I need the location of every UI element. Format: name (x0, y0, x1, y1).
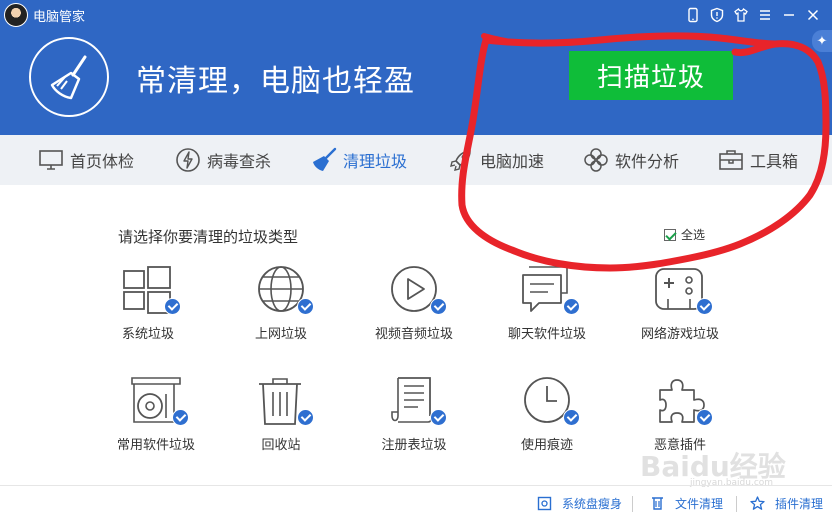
junk-type-video-audio[interactable]: 视频音频垃圾 (354, 265, 474, 360)
junk-type-online-games[interactable]: 网络游戏垃圾 (620, 265, 740, 360)
junk-type-internet[interactable]: 上网垃圾 (221, 265, 341, 360)
tile-label: 回收站 (261, 438, 301, 453)
main-nav: 首页体检 病毒查杀 清理垃圾 电脑加速 软件分析 工具箱 (0, 135, 832, 185)
shield-icon[interactable] (708, 6, 726, 24)
junk-type-system[interactable]: 系统垃圾 (88, 265, 208, 360)
tile-label: 聊天软件垃圾 (507, 327, 586, 342)
check-badge-icon[interactable] (172, 409, 189, 426)
junk-type-common-software[interactable]: 常用软件垃圾 (96, 376, 216, 471)
toolbox-icon (719, 150, 743, 170)
header: 电脑管家 ✦ 常清理，电脑也轻盈 扫描垃圾 (0, 0, 832, 135)
watermark-url: jingyan.baidu.com (690, 478, 774, 488)
junk-type-registry[interactable]: 注册表垃圾 (354, 376, 474, 471)
avatar[interactable] (4, 3, 28, 27)
junk-type-recycle-bin[interactable]: 回收站 (221, 376, 341, 471)
check-badge-icon[interactable] (164, 298, 181, 315)
check-badge-icon[interactable] (297, 409, 314, 426)
junk-type-chat-software[interactable]: 聊天软件垃圾 (487, 265, 607, 360)
select-all-label: 全选 (681, 228, 706, 242)
tab-label: 工具箱 (750, 152, 799, 171)
footer-link-label: 插件清理 (775, 496, 824, 511)
tab-label: 电脑加速 (480, 152, 545, 171)
footer-link-label: 系统盘瘦身 (562, 496, 623, 511)
tab-clean-junk[interactable]: 清理垃圾 (311, 135, 407, 185)
footer-separator (736, 496, 737, 512)
check-badge-icon[interactable] (563, 409, 580, 426)
check-badge-icon[interactable] (696, 409, 713, 426)
check-badge-icon[interactable] (430, 298, 447, 315)
check-badge-icon[interactable] (563, 298, 580, 315)
tile-label: 注册表垃圾 (381, 438, 447, 453)
footer-link-label: 文件清理 (675, 496, 724, 511)
sparkle-icon[interactable]: ✦ (812, 30, 832, 52)
tab-label: 病毒查杀 (207, 152, 272, 171)
broom-logo-icon (29, 37, 109, 117)
system-disk-slim-link[interactable]: 系统盘瘦身 (537, 494, 622, 512)
clover-icon (584, 148, 608, 172)
tab-software-analysis[interactable]: 软件分析 (583, 135, 679, 185)
app-title: 电脑管家 (33, 10, 86, 25)
tile-label: 系统垃圾 (121, 327, 174, 342)
tshirt-icon[interactable] (732, 6, 750, 24)
broom-icon (313, 147, 337, 171)
slogan: 常清理，电脑也轻盈 (136, 64, 415, 99)
disk-slim-icon (537, 496, 552, 510)
minimize-icon[interactable] (780, 6, 798, 24)
tile-label: 视频音频垃圾 (374, 327, 453, 342)
tab-label: 清理垃圾 (343, 152, 408, 171)
file-clean-icon (652, 496, 663, 510)
tile-label: 网络游戏垃圾 (640, 327, 719, 342)
check-badge-icon[interactable] (696, 298, 713, 315)
tab-label: 软件分析 (615, 152, 680, 171)
footer-separator (632, 496, 633, 512)
lightning-icon (176, 148, 200, 172)
check-badge-icon[interactable] (430, 409, 447, 426)
checkbox-checked-icon[interactable] (664, 228, 676, 241)
close-icon[interactable] (804, 6, 822, 24)
junk-type-usage-traces[interactable]: 使用痕迹 (487, 376, 607, 471)
tab-label: 首页体检 (70, 152, 135, 171)
tile-label: 上网垃圾 (254, 327, 307, 342)
file-clean-link[interactable]: 文件清理 (650, 494, 723, 512)
tab-toolbox[interactable]: 工具箱 (718, 135, 798, 185)
monitor-icon (39, 150, 63, 170)
tile-label: 使用痕迹 (520, 438, 573, 453)
title-bar: 电脑管家 (0, 0, 832, 30)
plugin-clean-link[interactable]: 插件清理 (750, 494, 823, 512)
window-controls (684, 5, 822, 25)
tile-label: 常用软件垃圾 (116, 438, 195, 453)
phone-icon[interactable] (684, 6, 702, 24)
prompt-text: 请选择你要清理的垃圾类型 (118, 228, 299, 246)
rocket-icon (450, 150, 471, 171)
scan-button[interactable]: 扫描垃圾 (569, 51, 733, 100)
tab-home-checkup[interactable]: 首页体检 (38, 135, 134, 185)
select-all-checkbox[interactable]: 全选 (664, 226, 705, 243)
check-badge-icon[interactable] (297, 298, 314, 315)
menu-icon[interactable] (756, 6, 774, 24)
tab-speed-up[interactable]: 电脑加速 (448, 135, 544, 185)
tab-virus-scan[interactable]: 病毒查杀 (175, 135, 271, 185)
footer-divider (0, 485, 832, 486)
plugin-clean-icon (750, 495, 765, 510)
